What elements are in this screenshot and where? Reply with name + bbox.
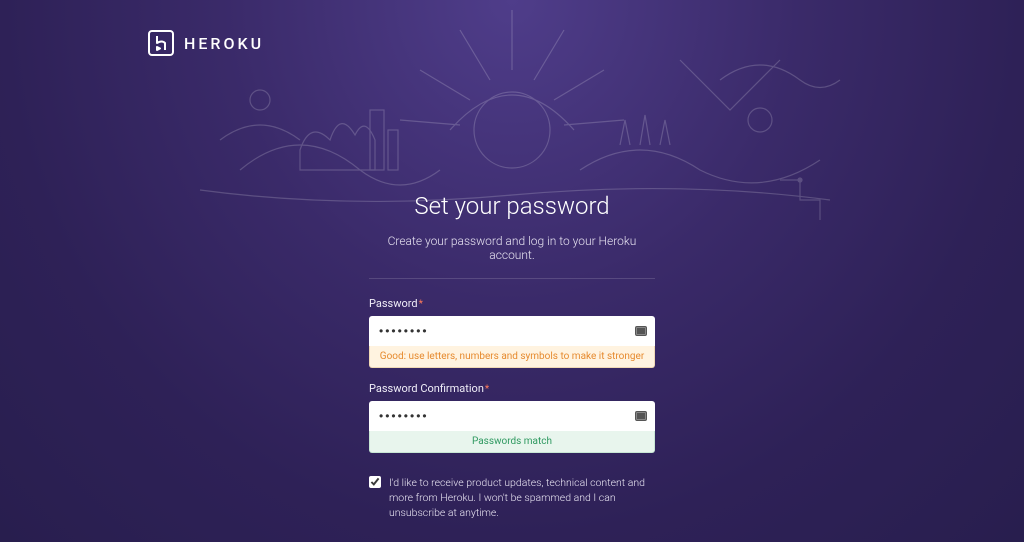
password-confirm-field: Password Confirmation* Passwords match bbox=[369, 382, 655, 453]
brand-name: HEROKU bbox=[184, 34, 264, 53]
password-confirm-label: Password Confirmation* bbox=[369, 382, 655, 395]
password-label: Password* bbox=[369, 297, 655, 310]
divider bbox=[369, 278, 655, 279]
password-manager-icon[interactable] bbox=[635, 326, 647, 336]
form-panel: Set your password Create your password a… bbox=[369, 192, 655, 542]
consent-label: I'd like to receive product updates, tec… bbox=[389, 475, 655, 521]
page-title: Set your password bbox=[369, 192, 655, 220]
heroku-icon bbox=[148, 30, 174, 56]
password-input[interactable] bbox=[369, 316, 655, 346]
consent-checkbox[interactable] bbox=[369, 476, 381, 488]
password-field: Password* Good: use letters, numbers and… bbox=[369, 297, 655, 368]
password-manager-icon[interactable] bbox=[635, 411, 647, 421]
consent-row: I'd like to receive product updates, tec… bbox=[369, 475, 655, 521]
brand-logo: HEROKU bbox=[148, 30, 264, 56]
password-confirm-input[interactable] bbox=[369, 401, 655, 431]
page-subtitle: Create your password and log in to your … bbox=[369, 234, 655, 262]
password-strength-hint: Good: use letters, numbers and symbols t… bbox=[369, 346, 655, 368]
password-match-hint: Passwords match bbox=[369, 431, 655, 453]
